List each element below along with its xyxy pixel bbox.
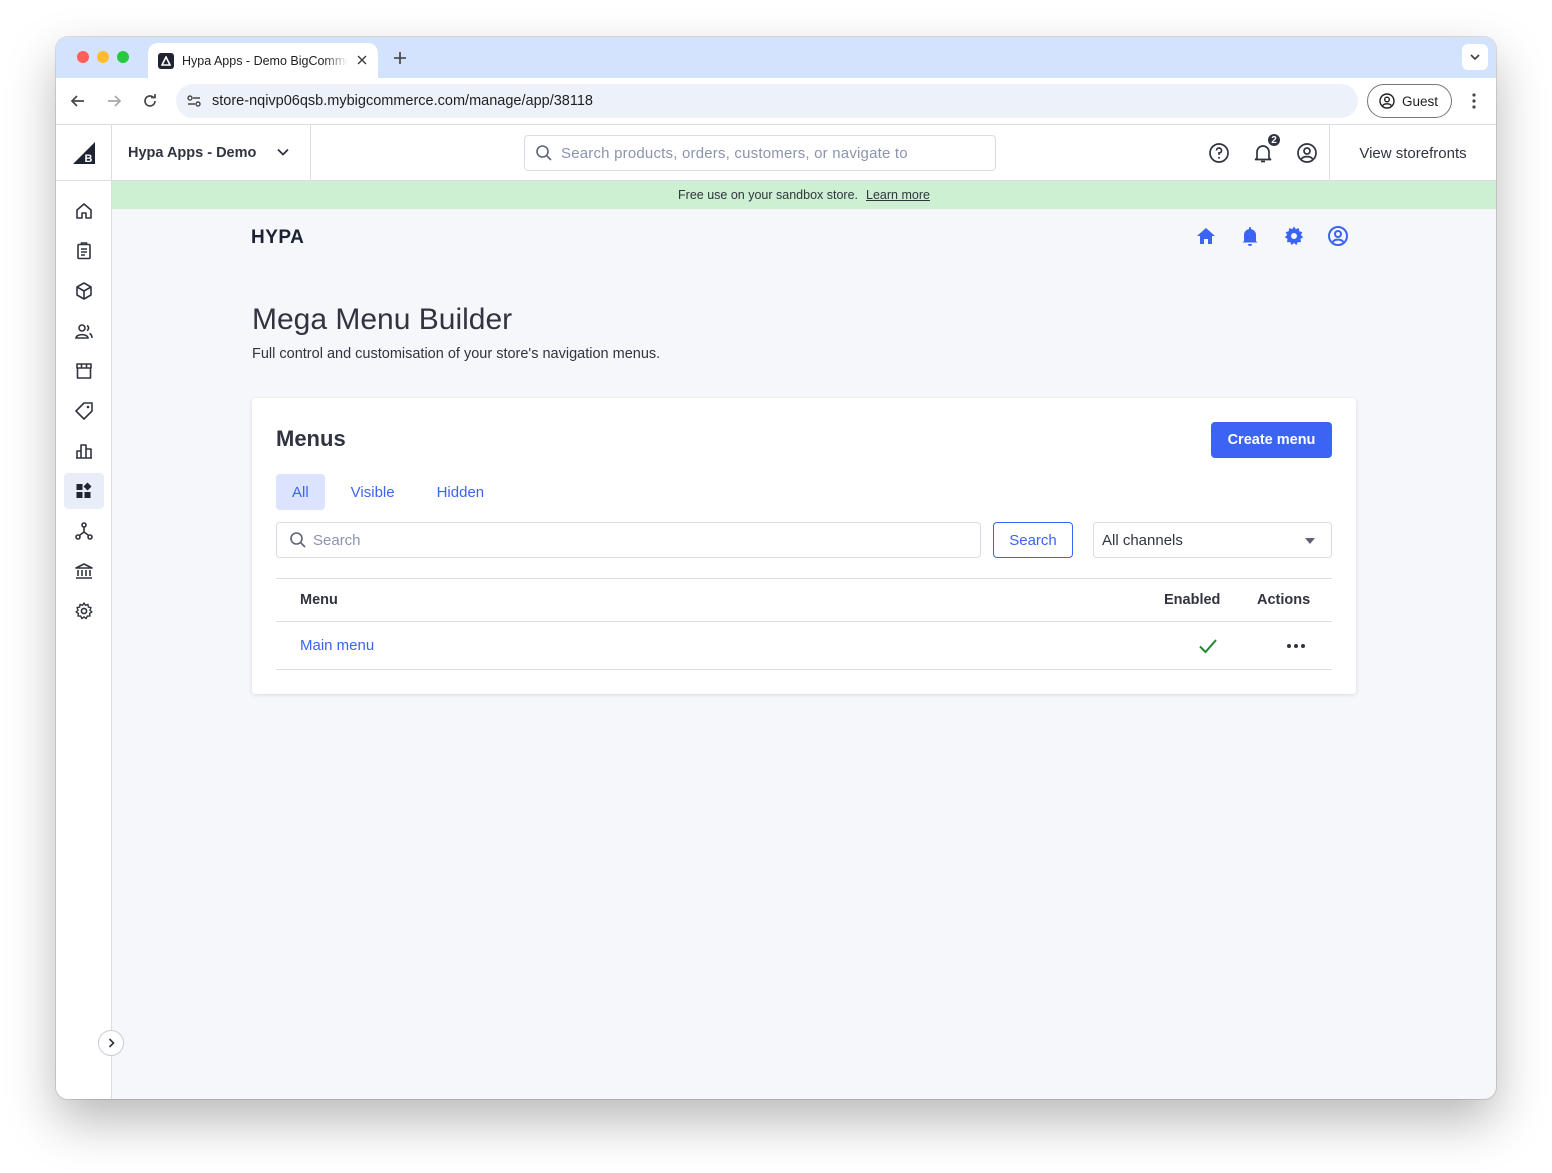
- back-arrow-icon[interactable]: [69, 92, 87, 110]
- notification-count-badge: 2: [1266, 132, 1282, 148]
- sidebar-item-storefront[interactable]: [64, 353, 104, 389]
- sidebar-item-marketing[interactable]: [64, 393, 104, 429]
- control-panel-sidebar: [56, 181, 124, 1099]
- bigcommerce-logo-icon: B: [72, 142, 95, 165]
- address-bar[interactable]: store-nqivp06qsb.mybigcommerce.com/manag…: [176, 84, 1358, 118]
- menus-table: Menu Enabled Actions Main menu: [276, 578, 1332, 670]
- app-home-icon[interactable]: [1195, 225, 1217, 247]
- tab-title: Hypa Apps - Demo BigCommerce: [182, 53, 348, 68]
- search-button[interactable]: Search: [993, 522, 1073, 558]
- sandbox-banner: Free use on your sandbox store. Learn mo…: [112, 181, 1496, 209]
- view-storefronts-button[interactable]: View storefronts: [1329, 125, 1496, 181]
- sandbox-banner-text: Free use on your sandbox store.: [678, 188, 859, 202]
- forward-arrow-icon[interactable]: [105, 92, 123, 110]
- bar-chart-icon: [76, 444, 92, 459]
- apps-icon: [76, 482, 92, 498]
- sidebar-item-apps[interactable]: [64, 473, 104, 509]
- channel-select[interactable]: All channels: [1093, 522, 1332, 558]
- sidebar-item-home[interactable]: [64, 193, 104, 229]
- site-settings-icon[interactable]: [186, 93, 202, 109]
- filter-tabs: All Visible Hidden: [276, 474, 510, 510]
- page-title: Mega Menu Builder: [252, 303, 513, 336]
- browser-menu-icon[interactable]: [1465, 92, 1483, 110]
- profile-label: Guest: [1402, 93, 1439, 109]
- new-tab-icon[interactable]: [392, 50, 408, 66]
- global-search-placeholder: Search products, orders, customers, or n…: [561, 144, 908, 162]
- sidebar-item-orders[interactable]: [64, 233, 104, 269]
- search-icon: [290, 532, 306, 548]
- url-text: store-nqivp06qsb.mybigcommerce.com/manag…: [212, 93, 593, 109]
- store-switcher[interactable]: Hypa Apps - Demo: [112, 125, 311, 181]
- home-icon: [76, 203, 92, 219]
- hypa-logo[interactable]: HYPA: [251, 227, 304, 249]
- tab-visible[interactable]: Visible: [335, 474, 411, 510]
- control-panel-header: B Hypa Apps - Demo Search products, orde…: [56, 125, 1496, 181]
- more-actions-icon[interactable]: [1285, 636, 1307, 656]
- column-header-menu: Menu: [300, 592, 338, 608]
- chevron-right-icon: [108, 1038, 115, 1048]
- clipboard-icon: [77, 242, 91, 260]
- account-icon[interactable]: [1295, 141, 1319, 165]
- tab-search-button[interactable]: [1462, 44, 1488, 70]
- sidebar-item-analytics[interactable]: [64, 433, 104, 469]
- close-window-button[interactable]: [77, 51, 89, 63]
- tab-strip: Hypa Apps - Demo BigCommerce: [56, 37, 1496, 78]
- sidebar-item-channels[interactable]: [64, 513, 104, 549]
- channel-select-value: All channels: [1102, 531, 1183, 549]
- search-icon: [536, 145, 552, 161]
- sidebar-item-finance[interactable]: [64, 553, 104, 589]
- customers-icon: [75, 324, 93, 339]
- storefront-icon: [76, 363, 92, 379]
- table-header: Menu Enabled Actions: [276, 578, 1332, 622]
- learn-more-link[interactable]: Learn more: [866, 188, 930, 202]
- browser-tab[interactable]: Hypa Apps - Demo BigCommerce: [148, 43, 378, 78]
- browser-toolbar: store-nqivp06qsb.mybigcommerce.com/manag…: [56, 78, 1496, 125]
- chevron-down-icon: [1470, 54, 1480, 61]
- enabled-check-icon: [1199, 639, 1217, 654]
- column-header-actions: Actions: [1257, 592, 1311, 608]
- menus-card: Menus Create menu All Visible Hidden Sea…: [252, 398, 1356, 694]
- column-header-enabled: Enabled: [1164, 592, 1221, 608]
- app-account-icon[interactable]: [1327, 225, 1349, 247]
- app-settings-gear-icon[interactable]: [1283, 225, 1305, 247]
- bank-icon: [75, 563, 93, 579]
- profile-icon: [1379, 93, 1395, 109]
- box-icon: [76, 282, 92, 300]
- chevron-down-icon: [277, 148, 289, 156]
- table-row: Main menu: [276, 622, 1332, 670]
- menu-search-input[interactable]: Search: [276, 522, 981, 558]
- global-search-input[interactable]: Search products, orders, customers, or n…: [524, 135, 996, 171]
- page-description: Full control and customisation of your s…: [252, 346, 661, 362]
- tag-icon: [75, 402, 93, 420]
- help-icon[interactable]: [1207, 141, 1231, 165]
- reload-icon[interactable]: [141, 92, 159, 110]
- browser-window: Hypa Apps - Demo BigCommerce store-nqivp…: [56, 37, 1496, 1099]
- tab-all[interactable]: All: [276, 474, 325, 510]
- store-name: Hypa Apps - Demo: [128, 145, 257, 161]
- maximize-window-button[interactable]: [117, 51, 129, 63]
- menu-name-link[interactable]: Main menu: [300, 637, 374, 654]
- menu-search-placeholder: Search: [313, 531, 361, 549]
- create-menu-button[interactable]: Create menu: [1211, 422, 1332, 458]
- sidebar-item-settings[interactable]: [64, 593, 104, 629]
- bigcommerce-logo[interactable]: B: [56, 125, 112, 181]
- caret-down-icon: [1305, 538, 1315, 544]
- app-notifications-icon[interactable]: [1239, 225, 1261, 247]
- expand-sidebar-button[interactable]: [98, 1030, 124, 1056]
- gear-icon: [75, 602, 93, 620]
- svg-text:B: B: [84, 153, 92, 165]
- card-title: Menus: [276, 426, 346, 451]
- tab-hidden[interactable]: Hidden: [421, 474, 501, 510]
- channels-icon: [75, 522, 93, 540]
- sidebar-item-products[interactable]: [64, 273, 104, 309]
- profile-button[interactable]: Guest: [1367, 84, 1452, 118]
- minimize-window-button[interactable]: [97, 51, 109, 63]
- bigcommerce-favicon-icon: [158, 52, 174, 69]
- sidebar-item-customers[interactable]: [64, 313, 104, 349]
- close-tab-icon[interactable]: [356, 54, 368, 66]
